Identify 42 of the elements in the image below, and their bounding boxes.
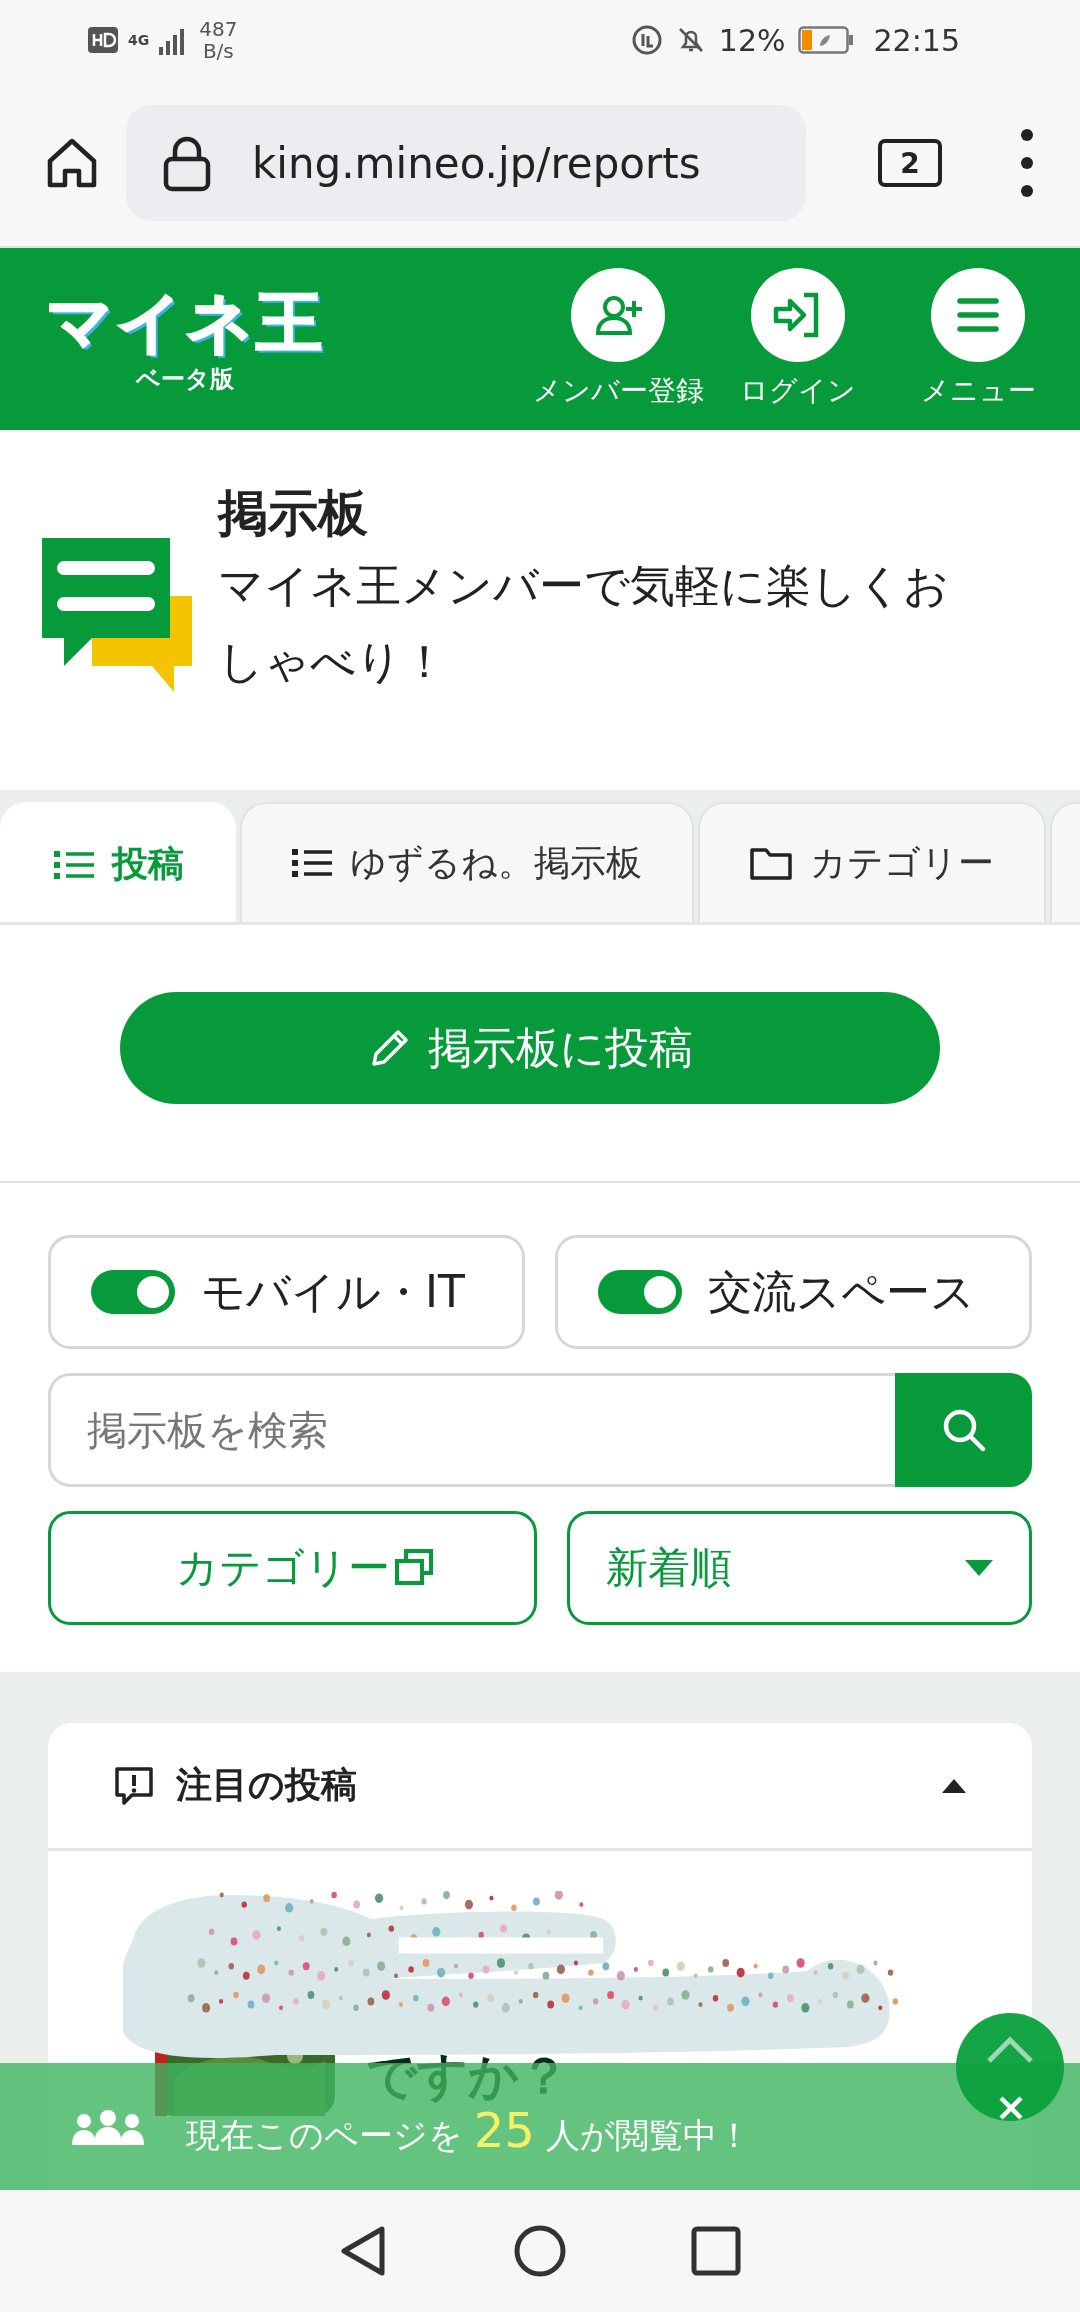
tab[interactable]: カテゴリー	[698, 802, 1046, 922]
url-text: king.mineo.jp/reports	[252, 138, 701, 188]
list-icon	[292, 847, 332, 879]
viewer-count-text: 現在このページを 25 人が閲覧中！	[186, 2102, 751, 2159]
site-logo[interactable]: マイネ王	[46, 283, 324, 363]
home-circle-icon[interactable]	[512, 2223, 568, 2279]
network-type: 4G	[128, 32, 150, 48]
list-icon	[54, 848, 94, 881]
tab[interactable]: ゆずるね。掲示板	[240, 802, 694, 922]
search-button[interactable]	[895, 1373, 1032, 1487]
network-speed: 487	[199, 18, 238, 40]
people-icon	[70, 2108, 146, 2145]
header-action-button[interactable]: メンバー登録	[528, 268, 708, 410]
search-field[interactable]: 掲示板を検索	[48, 1373, 895, 1487]
page-title: 掲示板	[218, 483, 369, 544]
windows-icon	[393, 1548, 434, 1588]
dropdown-caret-icon	[965, 1560, 993, 1576]
toggle-switch[interactable]	[91, 1270, 175, 1314]
battery-icon	[797, 26, 854, 54]
tab[interactable]: 投稿	[0, 802, 236, 922]
logo-subtitle: ベータ版	[136, 364, 234, 395]
alert-comment-icon	[114, 1765, 154, 1806]
sort-dropdown[interactable]: 新着順	[567, 1511, 1032, 1625]
filter-toggle[interactable]: 交流スペース	[555, 1235, 1032, 1349]
hd-icon	[88, 27, 118, 53]
data-saver-icon	[630, 24, 663, 56]
header-action-button[interactable]: メニュー	[888, 268, 1068, 410]
page-description: マイネ王メンバーで気軽に楽しくおしゃべり！	[218, 558, 950, 690]
toggle-switch[interactable]	[598, 1270, 682, 1314]
more-options-icon[interactable]	[1020, 128, 1034, 198]
tab-count-button[interactable]: 2	[878, 139, 942, 187]
close-icon	[998, 2095, 1024, 2121]
address-bar[interactable]: king.mineo.jp/reports	[126, 105, 806, 221]
post-button[interactable]: 掲示板に投稿	[120, 992, 940, 1104]
folder-icon	[750, 846, 792, 880]
filter-toggle[interactable]: モバイル・IT	[48, 1235, 525, 1349]
chevron-up-icon	[985, 2035, 1035, 2065]
speed-unit: B/s	[202, 40, 234, 62]
clock: 22:15	[873, 22, 960, 58]
battery-percent: 12%	[718, 22, 786, 58]
category-button[interactable]: カテゴリー	[48, 1511, 537, 1625]
header-action-button[interactable]: ログイン	[708, 268, 888, 410]
